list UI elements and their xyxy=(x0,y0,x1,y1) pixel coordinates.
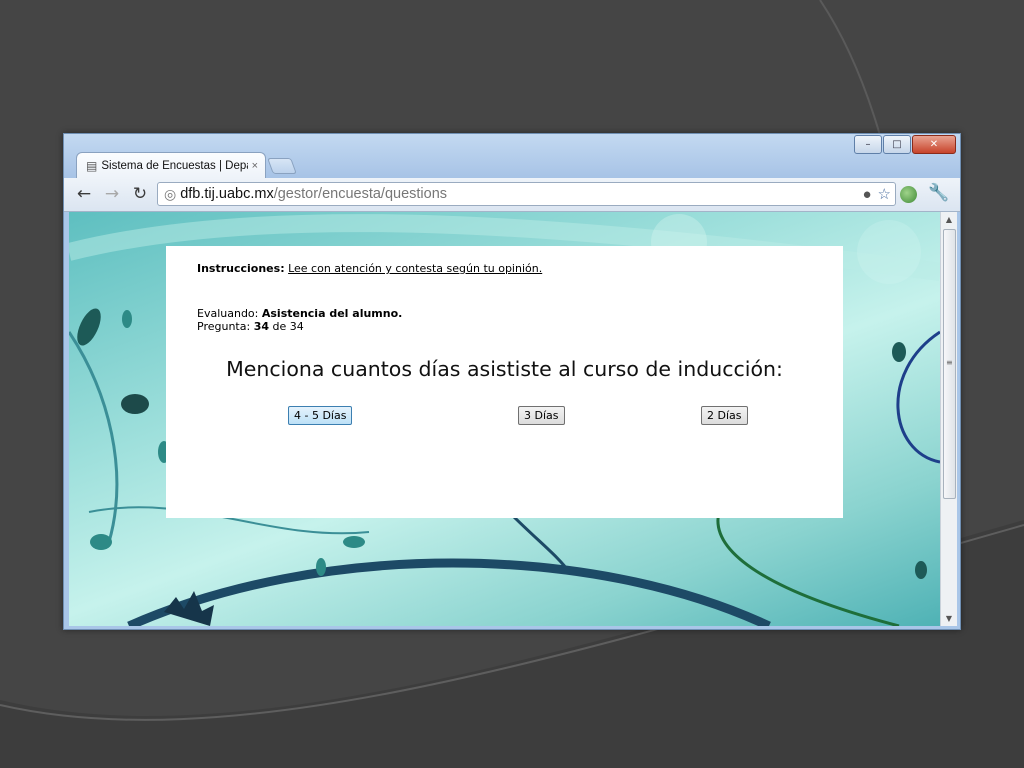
instructions-text: Lee con atención y contesta según tu opi… xyxy=(288,262,543,275)
reload-icon[interactable]: ↻ xyxy=(129,184,151,204)
close-window-button[interactable]: ✕ xyxy=(912,135,956,154)
scroll-up-arrow-icon[interactable]: ▲ xyxy=(941,212,957,227)
browser-tab[interactable]: ▤ Sistema de Encuestas | Depa × xyxy=(76,152,266,178)
url-path: /gestor/encuesta/questions xyxy=(273,186,448,202)
window-controls: – □ ✕ xyxy=(853,135,956,154)
wrench-icon[interactable]: 🔧 xyxy=(928,183,949,203)
survey-card: Instrucciones: Lee con atención y contes… xyxy=(166,246,843,518)
minimize-button[interactable]: – xyxy=(854,135,882,154)
evaluating-value: Asistencia del alumno. xyxy=(261,307,403,320)
answer-4-5-days-button[interactable]: 4 - 5 Días xyxy=(288,406,353,425)
question-total: 34 xyxy=(289,320,304,333)
vertical-scrollbar[interactable]: ▲ ≡ ▼ xyxy=(940,212,957,626)
url-host: dfb.tij.uabc.mx xyxy=(180,186,274,202)
extension-icon[interactable] xyxy=(900,186,917,203)
star-icon[interactable]: ☆ xyxy=(878,185,891,203)
maximize-button[interactable]: □ xyxy=(883,135,911,154)
question-label: Pregunta: xyxy=(197,320,251,333)
evaluating-label: Evaluando: xyxy=(197,307,259,320)
answer-2-days-button[interactable]: 2 Días xyxy=(701,406,748,425)
scroll-thumb[interactable]: ≡ xyxy=(943,229,956,499)
scroll-down-arrow-icon[interactable]: ▼ xyxy=(941,611,957,626)
instructions-label: Instrucciones: xyxy=(197,262,285,275)
evaluation-info: Evaluando: Asistencia del alumno. Pregun… xyxy=(197,307,402,333)
question-text: Menciona cuantos días asististe al curso… xyxy=(226,357,783,381)
tab-title: Sistema de Encuestas | Depa xyxy=(101,159,248,172)
browser-toolbar: ← → ↻ ◎ dfb.tij.uabc.mx/gestor/encuesta/… xyxy=(64,178,960,212)
question-current: 34 xyxy=(253,320,269,333)
arrow-right-icon[interactable]: → xyxy=(101,184,123,204)
arrow-left-icon[interactable]: ← xyxy=(73,184,95,204)
new-tab-button[interactable] xyxy=(267,158,297,174)
question-of: de xyxy=(272,320,287,333)
page-viewport: Instrucciones: Lee con atención y contes… xyxy=(69,212,940,626)
instructions: Instrucciones: Lee con atención y contes… xyxy=(197,262,542,275)
answer-3-days-button[interactable]: 3 Días xyxy=(518,406,565,425)
address-bar[interactable]: ◎ dfb.tij.uabc.mx/gestor/encuesta/questi… xyxy=(157,182,896,206)
tab-close-icon[interactable]: × xyxy=(252,160,258,172)
grip-icon: ≡ xyxy=(946,358,953,367)
browser-window: – □ ✕ ▤ Sistema de Encuestas | Depa × ← … xyxy=(63,133,961,630)
browser-titlebar: – □ ✕ ▤ Sistema de Encuestas | Depa × xyxy=(64,134,960,178)
globe-icon: ◎ xyxy=(164,185,177,202)
page-icon: ▤ xyxy=(86,158,98,173)
lightbulb-icon[interactable]: ● xyxy=(862,186,871,203)
